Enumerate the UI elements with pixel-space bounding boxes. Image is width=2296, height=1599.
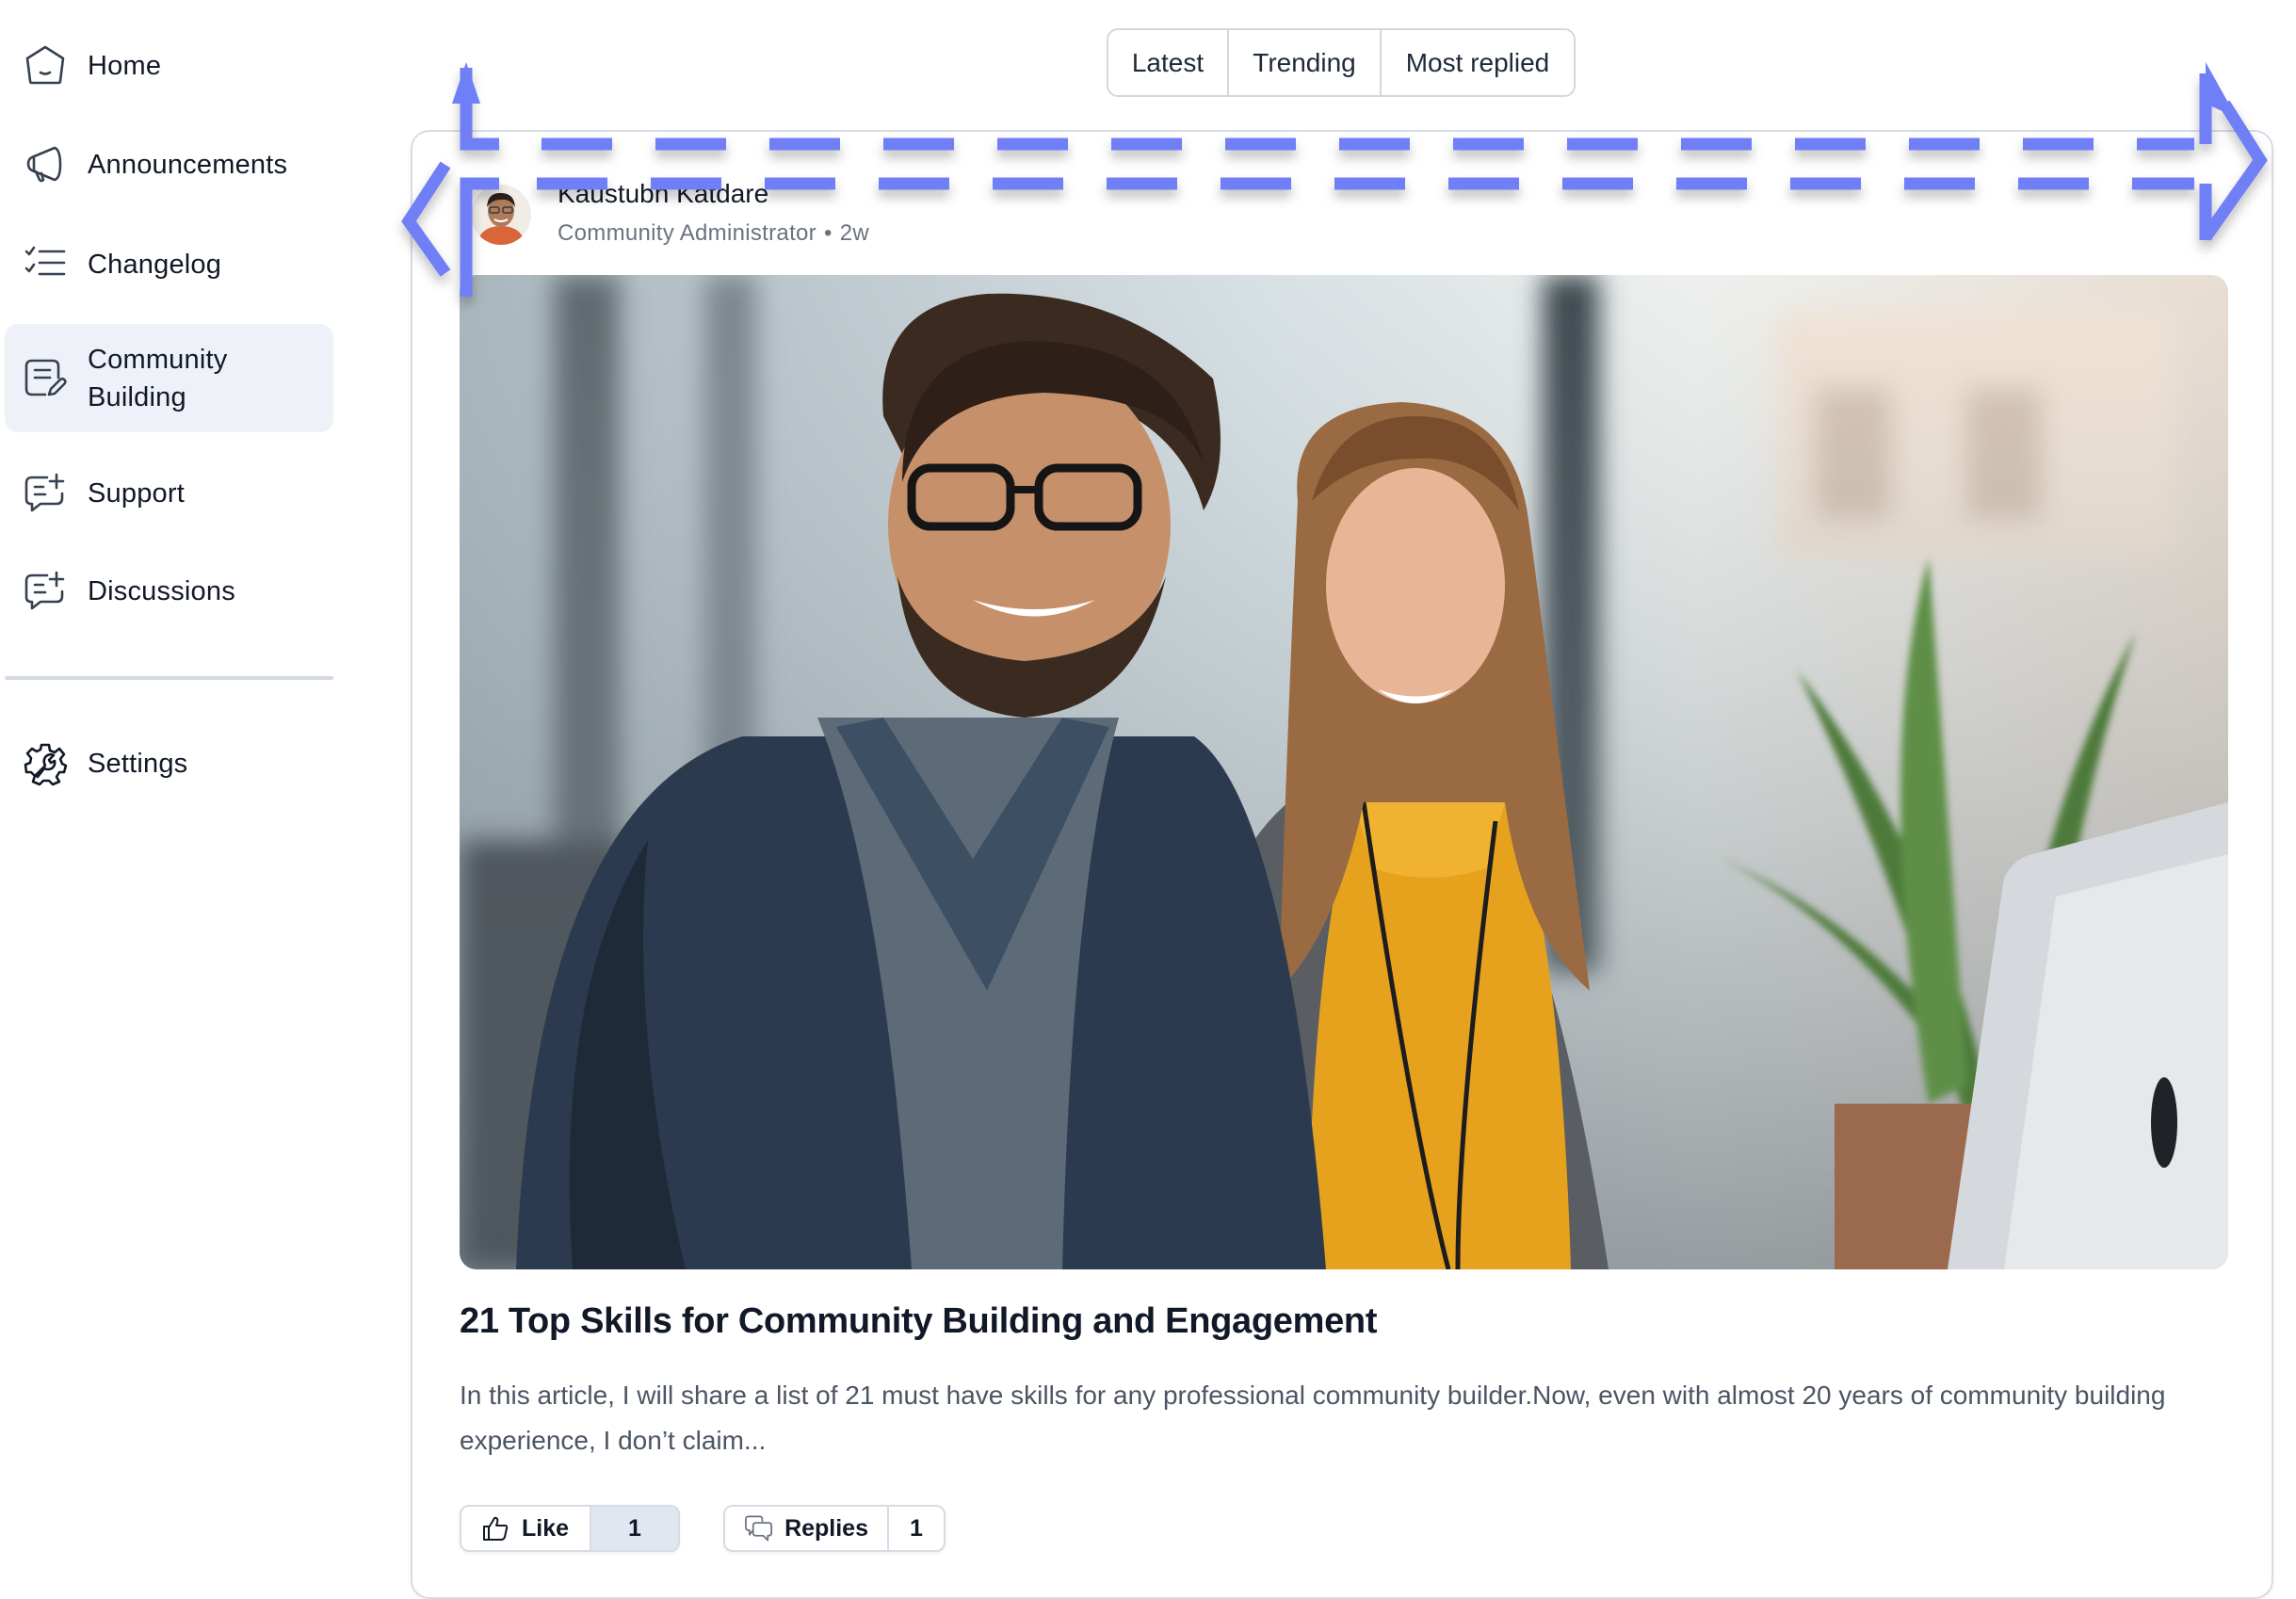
- replies-button[interactable]: Replies: [725, 1507, 887, 1550]
- home-icon: [22, 42, 69, 89]
- sidebar-item-label: Discussions: [88, 576, 235, 606]
- author-meta: Community Administrator • 2w: [558, 220, 869, 247]
- sidebar-item-settings[interactable]: Settings: [5, 743, 333, 786]
- chat-add-icon: [22, 470, 69, 517]
- tab-trending[interactable]: Trending: [1227, 30, 1380, 95]
- like-count[interactable]: 1: [590, 1507, 678, 1550]
- sidebar-item-label: Support: [88, 478, 185, 509]
- sidebar-item-label: Building: [88, 382, 186, 412]
- sidebar-item-support[interactable]: Support: [5, 473, 333, 512]
- post-card[interactable]: Kaustubh Katdare Community Administrator…: [411, 130, 2273, 1599]
- tab-most-replied[interactable]: Most replied: [1380, 30, 1574, 95]
- like-label: Like: [522, 1514, 570, 1542]
- replies-count[interactable]: 1: [887, 1507, 944, 1550]
- sidebar-divider: [5, 676, 333, 680]
- sidebar-item-label: Community: [88, 345, 228, 375]
- settings-gear-wrench-icon: [22, 740, 69, 787]
- like-button-group: Like 1: [460, 1505, 680, 1552]
- sidebar-item-changelog[interactable]: Changelog: [5, 246, 333, 283]
- post-time: 2w: [839, 220, 869, 246]
- like-button[interactable]: Like: [461, 1507, 590, 1550]
- sidebar-item-label: Announcements: [88, 150, 288, 180]
- thumbs-up-icon: [483, 1516, 509, 1541]
- post-title[interactable]: 21 Top Skills for Community Building and…: [460, 1301, 1377, 1342]
- chat-add-icon: [22, 568, 69, 615]
- megaphone-icon: [22, 141, 69, 188]
- sidebar-item-label: Home: [88, 51, 162, 81]
- tab-latest[interactable]: Latest: [1108, 30, 1227, 95]
- meta-separator: •: [823, 220, 833, 246]
- avatar[interactable]: [471, 185, 531, 245]
- author-role: Community Administrator: [558, 220, 817, 246]
- chat-bubbles-icon: [745, 1515, 772, 1542]
- author-name[interactable]: Kaustubh Katdare: [558, 179, 768, 209]
- post-cover-image[interactable]: [460, 275, 2228, 1269]
- replies-label: Replies: [784, 1514, 868, 1542]
- sidebar-item-label: Changelog: [88, 250, 222, 280]
- sidebar-item-label: Settings: [88, 749, 188, 779]
- post-excerpt: In this article, I will share a list of …: [460, 1381, 2166, 1455]
- sidebar: Home Announcements Changelog Community B…: [0, 0, 339, 1599]
- sort-tabs: Latest Trending Most replied: [1107, 28, 1576, 97]
- sidebar-item-home[interactable]: Home: [5, 45, 333, 85]
- sidebar-item-discussions[interactable]: Discussions: [5, 571, 333, 610]
- note-edit-icon: [22, 354, 69, 401]
- sidebar-item-announcements[interactable]: Announcements: [5, 146, 333, 184]
- sidebar-item-community-building[interactable]: Community Building: [5, 324, 333, 432]
- checklist-icon: [22, 241, 69, 288]
- replies-button-group: Replies 1: [723, 1505, 946, 1552]
